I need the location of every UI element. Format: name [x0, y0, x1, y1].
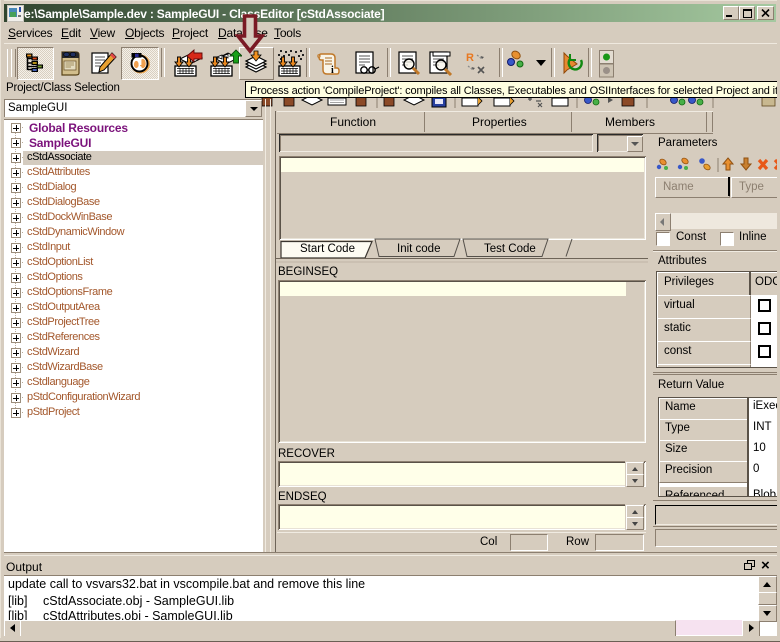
svg-text:i: i	[331, 65, 334, 76]
svg-text:R: R	[466, 52, 474, 64]
svg-text:o: o	[317, 53, 321, 60]
